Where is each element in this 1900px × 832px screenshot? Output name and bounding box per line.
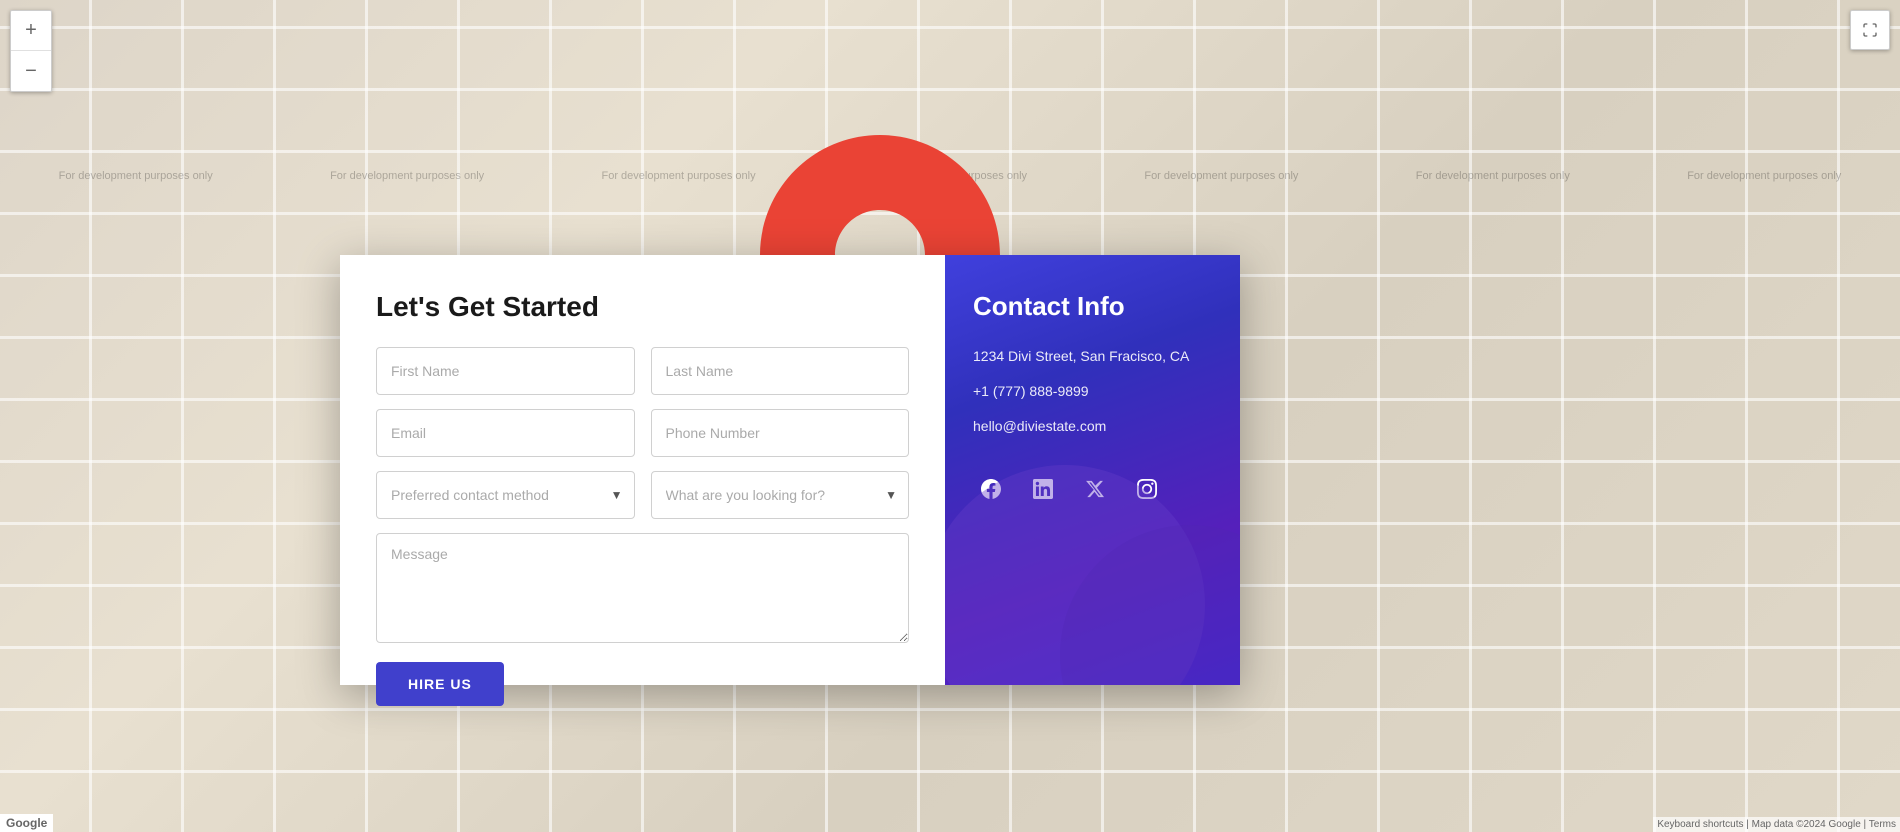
email-input[interactable] (376, 409, 635, 457)
modal-container: Let's Get Started Preferred contact met (340, 255, 1240, 685)
contact-title: Contact Info (973, 291, 1212, 322)
message-field (376, 533, 909, 648)
first-name-input[interactable] (376, 347, 635, 395)
zoom-out-button[interactable]: − (11, 51, 51, 91)
facebook-icon[interactable] (973, 471, 1009, 507)
contact-panel: Contact Info 1234 Divi Street, San Fraci… (945, 255, 1240, 685)
phone-field (651, 409, 910, 457)
contact-method-select[interactable]: Preferred contact method Email Phone Tex… (376, 471, 635, 519)
looking-for-select[interactable]: What are you looking for? Buy Sell Rent (651, 471, 910, 519)
phone-input[interactable] (651, 409, 910, 457)
map-footer: Keyboard shortcuts | Map data ©2024 Goog… (1653, 817, 1900, 832)
contact-method-wrapper: Preferred contact method Email Phone Tex… (376, 471, 635, 519)
name-row (376, 347, 909, 395)
contact-phone: +1 (777) 888-9899 (973, 381, 1212, 402)
dropdowns-row: Preferred contact method Email Phone Tex… (376, 471, 909, 519)
twitter-x-icon[interactable] (1077, 471, 1113, 507)
contact-address: 1234 Divi Street, San Fracisco, CA (973, 346, 1212, 367)
zoom-in-button[interactable]: + (11, 11, 51, 51)
instagram-icon[interactable] (1129, 471, 1165, 507)
form-title: Let's Get Started (376, 291, 909, 323)
map-controls: + − (10, 10, 52, 92)
submit-button[interactable]: HIRE US (376, 662, 504, 706)
first-name-field (376, 347, 635, 395)
fullscreen-button[interactable] (1850, 10, 1890, 50)
last-name-input[interactable] (651, 347, 910, 395)
email-field (376, 409, 635, 457)
last-name-field (651, 347, 910, 395)
contact-email: hello@diviestate.com (973, 416, 1212, 437)
linkedin-icon[interactable] (1025, 471, 1061, 507)
form-panel: Let's Get Started Preferred contact met (340, 255, 945, 685)
message-row (376, 533, 909, 648)
looking-for-wrapper: What are you looking for? Buy Sell Rent … (651, 471, 910, 519)
social-icons-row (973, 471, 1212, 507)
contact-row (376, 409, 909, 457)
message-textarea[interactable] (376, 533, 909, 643)
google-logo: Google (0, 814, 53, 832)
